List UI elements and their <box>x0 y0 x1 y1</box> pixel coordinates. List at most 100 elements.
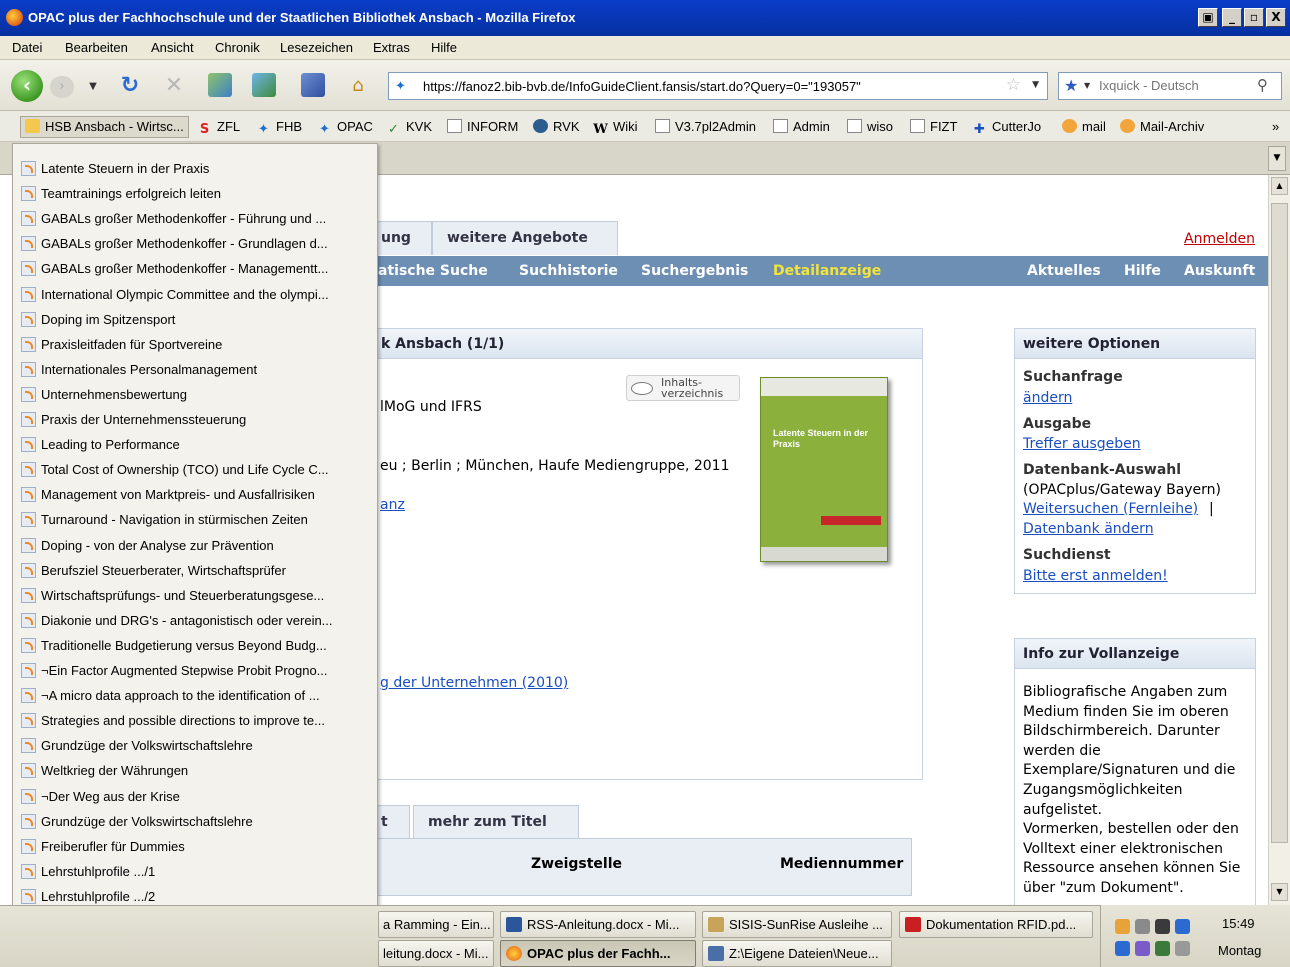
home-icon[interactable]: ⌂ <box>344 72 372 100</box>
task-explorer[interactable]: Z:\Eigene Dateien\Neue... <box>702 940 892 967</box>
nav-suchhistorie[interactable]: Suchhistorie <box>519 263 618 279</box>
feed-menu-item[interactable]: Grundzüge der Volkswirtschaftslehre <box>19 733 371 758</box>
book-cover-image[interactable]: Latente Steuern in der Praxis <box>760 377 888 562</box>
back-button[interactable]: ‹ <box>11 70 43 102</box>
maximize-button[interactable]: ▫ <box>1244 8 1264 27</box>
menu-hilfe[interactable]: Hilfe <box>431 40 457 55</box>
forward-button[interactable]: › <box>50 76 74 98</box>
link-datenbank-aendern[interactable]: Datenbank ändern <box>1023 521 1154 537</box>
search-icon[interactable]: ⚲ <box>1257 76 1275 94</box>
vertical-scrollbar[interactable]: ▲ ▼ <box>1268 175 1290 905</box>
feed-menu-item[interactable]: GABALs großer Methodenkoffer - Grundlage… <box>19 231 371 256</box>
link-treffer-ausgeben[interactable]: Treffer ausgeben <box>1023 436 1141 452</box>
url-bar[interactable]: ✦ https://fanoz2.bib-bvb.de/InfoGuideCli… <box>388 72 1048 100</box>
url-dropdown-icon[interactable]: ▼ <box>1032 80 1039 90</box>
feed-menu-item[interactable]: Grundzüge der Volkswirtschaftslehre <box>19 809 371 834</box>
close-button[interactable]: X <box>1266 8 1286 27</box>
feed-menu-item[interactable]: Teamtrainings erfolgreich leiten <box>19 181 371 206</box>
feed-menu-item[interactable]: Wirtschaftsprüfungs- und Steuerberatungs… <box>19 583 371 608</box>
bookmark-mail-archiv[interactable]: Mail-Archiv <box>1120 119 1204 134</box>
nav-systematische-suche[interactable]: atische Suche <box>378 263 488 279</box>
bookmark-v37pl2admin[interactable]: V3.7pl2Admin <box>655 119 756 134</box>
feed-menu-item[interactable]: Diakonie und DRG's - antagonistisch oder… <box>19 608 371 633</box>
feed-menu-item[interactable]: International Olympic Committee and the … <box>19 282 371 307</box>
detail-link-series[interactable]: g der Unternehmen (2010) <box>380 675 568 691</box>
bookmark-admin[interactable]: Admin <box>773 119 830 134</box>
feed-menu-item[interactable]: Praxis der Unternehmenssteuerung <box>19 407 371 432</box>
login-link[interactable]: Anmelden <box>1184 231 1255 247</box>
bookmark-cutterjo[interactable]: ✚ CutterJo <box>972 119 1041 137</box>
bookmark-mail[interactable]: mail <box>1062 119 1106 134</box>
bookmark-rvk[interactable]: RVK <box>533 119 580 134</box>
feed-menu-item[interactable]: Leading to Performance <box>19 432 371 457</box>
minimize-button[interactable]: _ <box>1222 8 1242 27</box>
reload-icon[interactable]: ↻ <box>116 72 144 100</box>
bookmark-star-icon[interactable]: ☆ <box>1006 75 1021 95</box>
feed-menu-item[interactable]: ¬A micro data approach to the identifica… <box>19 683 371 708</box>
tray-security-icon[interactable] <box>1175 919 1190 934</box>
nav-aktuelles[interactable]: Aktuelles <box>1027 263 1101 279</box>
task-rss-anleitung[interactable]: RSS-Anleitung.docx - Mi... <box>500 911 696 938</box>
feed-menu-item[interactable]: Strategies and possible directions to im… <box>19 708 371 733</box>
stop-icon[interactable]: ✕ <box>160 72 188 100</box>
add-bookmark-icon[interactable] <box>208 73 232 97</box>
menu-datei[interactable]: Datei <box>12 40 42 55</box>
tab-weitere-angebote[interactable]: weitere Angebote <box>432 221 618 255</box>
task-sisis-ausleihe[interactable]: SISIS-SunRise Ausleihe ... <box>702 911 892 938</box>
scroll-up-icon[interactable]: ▲ <box>1271 177 1288 195</box>
menu-ansicht[interactable]: Ansicht <box>151 40 194 55</box>
bookmark-hsb-ansbach[interactable]: HSB Ansbach - Wirtsc... <box>20 116 189 138</box>
feed-menu-item[interactable]: ¬Der Weg aus der Krise <box>19 784 371 809</box>
feed-menu-item[interactable]: GABALs großer Methodenkoffer - Führung u… <box>19 206 371 231</box>
url-text[interactable]: https://fanoz2.bib-bvb.de/InfoGuideClien… <box>423 79 861 94</box>
menu-extras[interactable]: Extras <box>373 40 410 55</box>
tray-monitor-icon[interactable] <box>1155 941 1170 956</box>
nav-hilfe[interactable]: Hilfe <box>1124 263 1161 279</box>
tab-mehr-zum-titel[interactable]: mehr zum Titel <box>413 805 579 839</box>
link-weitersuchen[interactable]: Weitersuchen (Fernleihe) <box>1023 501 1198 517</box>
menu-bearbeiten[interactable]: Bearbeiten <box>65 40 128 55</box>
search-bar[interactable]: ★ ▼ ⚲ <box>1058 72 1282 100</box>
tray-update-icon[interactable] <box>1115 941 1130 956</box>
task-anleitung-word[interactable]: leitung.docx - Mi... <box>378 940 494 967</box>
history-dropdown-icon[interactable]: ▼ <box>86 78 100 96</box>
engine-dropdown-icon[interactable]: ▼ <box>1084 81 1090 90</box>
link-bitte-anmelden[interactable]: Bitte erst anmelden! <box>1023 568 1168 584</box>
tray-volume-icon[interactable] <box>1175 941 1190 956</box>
search-input[interactable] <box>1099 78 1249 93</box>
menu-chronik[interactable]: Chronik <box>215 40 260 55</box>
scrollbar-thumb[interactable] <box>1271 203 1288 843</box>
feed-menu-item[interactable]: Freiberufler für Dummies <box>19 834 371 859</box>
feed-menu-item[interactable]: Doping - von der Analyse zur Prävention <box>19 533 371 558</box>
feed-menu-item[interactable]: Lehrstuhlprofile .../1 <box>19 859 371 884</box>
detail-link-anz[interactable]: anz <box>380 497 405 513</box>
search-engine-icon[interactable]: ★ <box>1064 76 1078 95</box>
bookmark-fhb[interactable]: ✦ FHB <box>256 119 302 137</box>
nav-detailanzeige[interactable]: Detailanzeige <box>773 263 881 279</box>
feed-menu-item[interactable]: Internationales Personalmanagement <box>19 357 371 382</box>
feed-menu-item[interactable]: ¬Ein Factor Augmented Stepwise Probit Pr… <box>19 658 371 683</box>
task-dokumentation-rfid[interactable]: Dokumentation RFID.pd... <box>899 911 1093 938</box>
link-aendern[interactable]: ändern <box>1023 390 1072 406</box>
feed-menu-item[interactable]: Unternehmensbewertung <box>19 382 371 407</box>
feed-menu-item[interactable]: Turnaround - Navigation in stürmischen Z… <box>19 507 371 532</box>
window-restore-icon[interactable]: ▣ <box>1198 8 1218 27</box>
task-ramming[interactable]: a Ramming - Ein... <box>378 911 494 938</box>
tab-list-icon[interactable]: ▼ <box>1268 146 1286 171</box>
feed-menu-item[interactable]: Management von Marktpreis- und Ausfallri… <box>19 482 371 507</box>
bookmark-fizt[interactable]: FIZT <box>910 119 957 134</box>
scroll-down-icon[interactable]: ▼ <box>1271 883 1288 901</box>
task-opac-firefox[interactable]: OPAC plus der Fachh... <box>500 940 696 967</box>
feed-menu-item[interactable]: Doping im Spitzensport <box>19 307 371 332</box>
bookmark-inform[interactable]: INFORM <box>447 119 518 134</box>
feed-menu-item[interactable]: GABALs großer Methodenkoffer - Managemen… <box>19 256 371 281</box>
tray-mail-icon[interactable] <box>1135 941 1150 956</box>
bookmark-opac[interactable]: ✦ OPAC <box>317 119 373 137</box>
tray-user-icon[interactable] <box>1155 919 1170 934</box>
bookmark-wiso[interactable]: wiso <box>847 119 893 134</box>
clock-time[interactable]: 15:49 <box>1222 916 1255 931</box>
toc-button[interactable]: Inhalts- verzeichnis <box>626 375 740 401</box>
menu-lesezeichen[interactable]: Lesezeichen <box>280 40 353 55</box>
tray-network-icon[interactable] <box>1135 919 1150 934</box>
feed-menu-item[interactable]: Praxisleitfaden für Sportvereine <box>19 332 371 357</box>
